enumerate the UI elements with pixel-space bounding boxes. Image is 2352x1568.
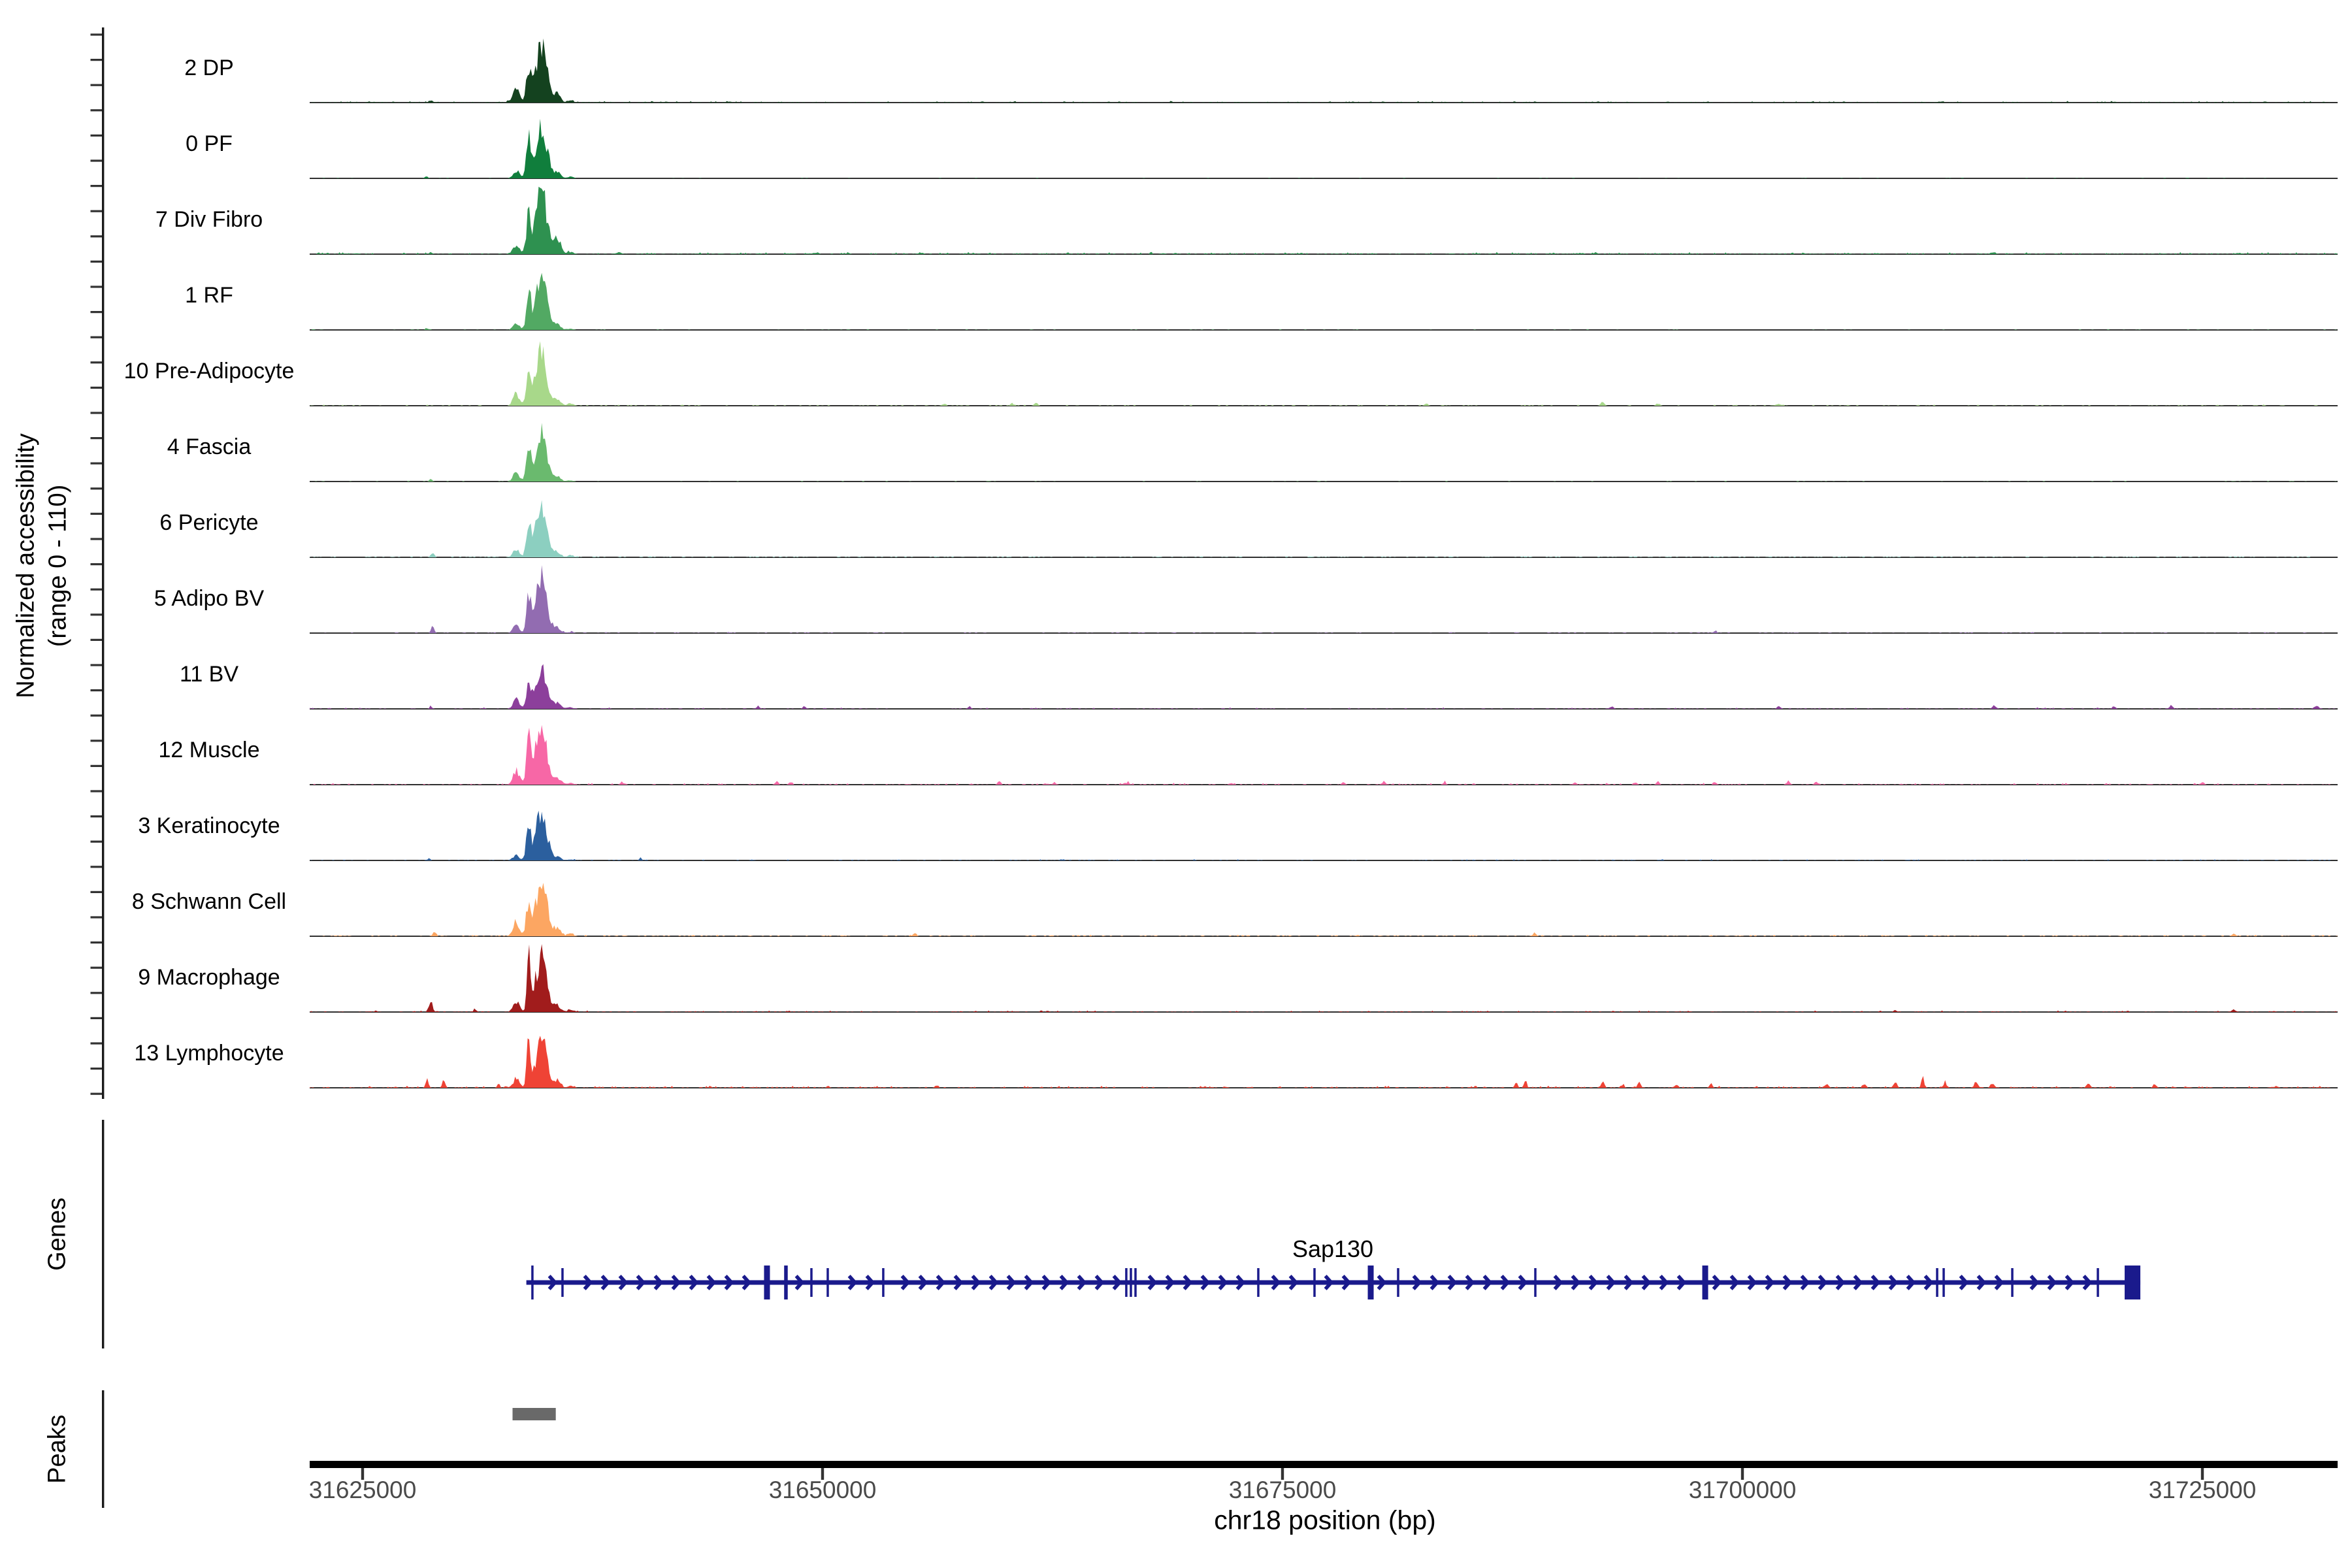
signal-area-5-adipo-bv [310,565,2338,633]
signal-area-13-lymphocyte [310,1036,2338,1088]
gene-exon [1534,1268,1537,1297]
y-axis-tick [91,235,103,237]
signal-area-4-fascia [310,423,2338,482]
peak-region-box [513,1408,556,1420]
y-axis-tick [91,84,103,86]
gene-exon [1397,1268,1399,1297]
signal-area-7-div-fibro [310,187,2338,254]
gene-exon [561,1268,564,1297]
signal-area-9-macrophage [310,944,2338,1012]
signal-area-1-rf [310,273,2338,330]
y-axis-tick [91,185,103,187]
x-tick-label-31675000: 31675000 [1229,1477,1337,1504]
signal-area-12-muscle [310,725,2338,785]
peaks-section-label: Peaks [44,1414,72,1484]
gene-exon [826,1268,829,1297]
track-label-12-muscle: 12 Muscle [0,736,418,764]
y-axis-tick [91,538,103,540]
y-axis-tick [91,463,103,465]
y-axis-tick [91,765,103,767]
genes-bracket-line [102,1120,104,1348]
gene-exon [531,1266,534,1299]
gene-exon [1368,1266,1374,1299]
gene-name-label: Sap130 [1292,1235,1373,1263]
signal-area-11-bv [310,664,2338,709]
y-axis-tick [91,1093,103,1095]
y-axis-tick [91,841,103,843]
coverage-plot-figure: Normalized accessibility (range 0 - 110)… [0,0,2352,1568]
y-axis-tick [91,487,103,489]
x-tick-label-31650000: 31650000 [769,1477,877,1504]
y-axis-tick [91,33,103,35]
gene-exon [784,1266,788,1299]
track-label-7-div-fibro: 7 Div Fibro [0,206,418,233]
y-axis-tick [91,613,103,615]
gene-exon [1257,1268,1260,1297]
y-axis-tick [91,715,103,717]
genes-section-label: Genes [44,1198,72,1271]
track-label-5-adipo-bv: 5 Adipo BV [0,585,418,612]
y-axis-tick [91,336,103,338]
y-axis-tick [91,992,103,994]
signal-area-8-schwann-cell [310,883,2338,936]
track-label-13-lymphocyte: 13 Lymphocyte [0,1039,418,1067]
signal-area-0-pf [310,119,2338,178]
x-axis-title: chr18 position (bp) [1214,1505,1436,1536]
y-axis-line [102,27,104,1099]
gene-exon [1125,1268,1128,1297]
track-label-10-pre-adipocyte: 10 Pre-Adipocyte [0,357,418,385]
y-axis-tick [91,563,103,565]
track-label-1-rf: 1 RF [0,282,418,309]
gene-exon [1703,1266,1708,1299]
signal-area-3-keratinocyte [310,811,2338,860]
x-axis-line [310,1461,2338,1468]
y-axis-tick [91,941,103,943]
gene-exon-block [2125,1266,2140,1299]
y-axis-tick [91,790,103,792]
y-axis-tick [91,866,103,868]
y-axis-tick [91,639,103,641]
signal-area-6-pericyte [310,500,2338,557]
track-label-0-pf: 0 PF [0,130,418,157]
gene-exon [1936,1268,1938,1297]
gene-exon [2011,1268,2014,1297]
x-tick-label-31700000: 31700000 [1689,1477,1797,1504]
y-axis-tick [91,916,103,918]
gene-exon [882,1268,885,1297]
y-axis-tick [91,1017,103,1019]
y-axis-tick [91,109,103,111]
y-axis-tick [91,387,103,389]
gene-exon [2097,1268,2099,1297]
gene-exon [1942,1268,1945,1297]
track-label-8-schwann-cell: 8 Schwann Cell [0,888,418,915]
track-label-3-keratinocyte: 3 Keratinocyte [0,812,418,840]
peaks-bracket-line [102,1390,104,1508]
track-label-4-fascia: 4 Fascia [0,433,418,461]
y-axis-tick [91,689,103,691]
gene-exon [1313,1268,1316,1297]
track-label-9-macrophage: 9 Macrophage [0,964,418,991]
plot-canvas [0,0,2352,1568]
y-axis-label: Normalized accessibility (range 0 - 110) [10,433,73,698]
y-axis-label-line1: Normalized accessibility [12,433,39,698]
y-axis-tick [91,159,103,161]
y-axis-tick [91,311,103,313]
gene-exon [764,1266,770,1299]
track-label-2-dp: 2 DP [0,54,418,82]
track-label-11-bv: 11 BV [0,661,418,688]
track-label-6-pericyte: 6 Pericyte [0,509,418,536]
x-tick-label-31625000: 31625000 [309,1477,417,1504]
gene-exon [1134,1268,1137,1297]
y-axis-tick [91,261,103,263]
signal-area-2-dp [310,39,2338,103]
x-tick-label-31725000: 31725000 [2149,1477,2257,1504]
y-axis-tick [91,412,103,414]
gene-exon [810,1268,813,1297]
y-axis-tick [91,1068,103,1070]
signal-area-10-pre-adipocyte [310,341,2338,406]
gene-exon [1130,1268,1132,1297]
